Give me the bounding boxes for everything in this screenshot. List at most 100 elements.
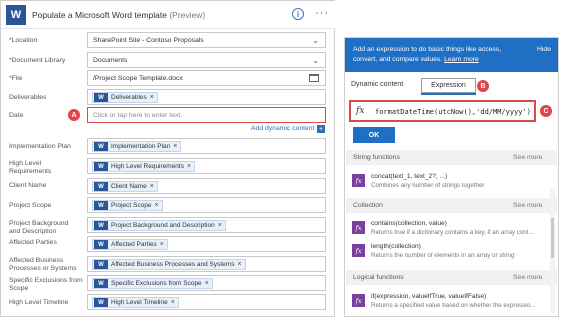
remove-icon[interactable]: × [171, 299, 175, 306]
remove-icon[interactable]: × [160, 241, 164, 248]
function-concat[interactable]: concat(text_1, text_2?, ...) [371, 173, 447, 180]
scrollbar-thumb[interactable] [551, 218, 554, 258]
section-logical-functions: Logical functions See more [346, 270, 557, 285]
library-dropdown[interactable]: Documents ⌄ [87, 52, 326, 68]
library-label: *Document Library [9, 57, 66, 64]
folder-icon[interactable] [309, 74, 319, 82]
function-length[interactable]: length(collection) [371, 243, 421, 250]
business-token[interactable]: W Affected Business Processes and System… [92, 259, 246, 270]
exclusions-field[interactable]: W Specific Exclusions from Scope × [87, 275, 326, 291]
word-icon: W [94, 298, 108, 307]
deliverables-field[interactable]: W Deliverables × [87, 89, 326, 105]
preview-tag: (Preview) [169, 10, 206, 20]
card-title: Populate a Microsoft Word template (Prev… [32, 10, 205, 20]
function-icon: fx [352, 174, 365, 187]
see-more-link[interactable]: See more [513, 154, 542, 161]
background-field[interactable]: W Project Background and Description × [87, 217, 326, 233]
hlr-field[interactable]: W High Level Requirements × [87, 158, 326, 174]
tab-dynamic-content[interactable]: Dynamic content [351, 81, 403, 88]
badge-a: A [68, 109, 80, 121]
token-label: Client Name [111, 183, 147, 190]
deliverables-label: Deliverables [9, 94, 47, 101]
plus-icon[interactable]: + [317, 125, 325, 133]
location-dropdown[interactable]: SharePoint Site - Contoso Proposals ⌄ [87, 32, 326, 48]
panel-intro: Add an expression to do basic things lik… [353, 45, 513, 65]
deliverables-token[interactable]: W Deliverables × [92, 92, 158, 103]
ok-button[interactable]: OK [353, 127, 395, 143]
section-title: String functions [353, 154, 400, 161]
exclusions-token[interactable]: W Specific Exclusions from Scope × [92, 278, 213, 289]
parties-token[interactable]: W Affected Parties × [92, 239, 168, 250]
background-token[interactable]: W Project Background and Description × [92, 220, 226, 231]
add-dynamic-content-link[interactable]: Add dynamic content [251, 125, 314, 132]
expression-panel: Add an expression to do basic things lik… [344, 37, 559, 317]
business-field[interactable]: W Affected Business Processes and System… [87, 256, 326, 272]
date-input[interactable]: Click or tap here to enter text. [87, 107, 326, 123]
badge-b: B [477, 80, 489, 92]
word-icon: W [94, 182, 108, 191]
remove-icon[interactable]: × [237, 261, 241, 268]
remove-icon[interactable]: × [173, 143, 177, 150]
background-label: Project Background and Description [9, 220, 69, 235]
client-field[interactable]: W Client Name × [87, 178, 326, 194]
file-label: *File [9, 75, 23, 82]
word-icon: W [94, 142, 108, 151]
section-collection: Collection See more [346, 198, 557, 213]
see-more-link[interactable]: See more [513, 202, 542, 209]
token-label: Affected Business Processes and Systems [111, 261, 235, 268]
tab-expression[interactable]: Expression [421, 78, 476, 93]
more-icon[interactable]: ··· [315, 7, 329, 19]
timeline-token[interactable]: W High Level Timeline × [92, 297, 179, 308]
scope-token[interactable]: W Project Scope × [92, 200, 163, 211]
card-header[interactable]: W Populate a Microsoft Word template (Pr… [1, 1, 336, 29]
expression-text: formatDateTime(utcNow(),'dd/MM/yyyy') [375, 108, 531, 116]
function-icon: fx [352, 294, 365, 307]
business-label: Affected Business Processes or Systems [9, 257, 77, 272]
parties-label: Affected Parties [9, 239, 57, 246]
location-value: SharePoint Site - Contoso Proposals [93, 37, 204, 44]
file-input[interactable]: /Project Scope Template.docx [87, 70, 326, 86]
see-more-link[interactable]: See more [513, 274, 542, 281]
timeline-label: High Level Timeline [9, 299, 69, 306]
exclusions-label: Specific Exclusions from Scope [9, 277, 83, 292]
date-placeholder: Click or tap here to enter text. [93, 112, 183, 119]
token-label: High Level Requirements [111, 163, 184, 170]
chevron-down-icon: ⌄ [312, 56, 319, 65]
word-icon: W [6, 5, 26, 25]
token-label: Deliverables [111, 94, 147, 101]
remove-icon[interactable]: × [150, 183, 154, 190]
scope-field[interactable]: W Project Scope × [87, 197, 326, 213]
expression-input[interactable]: fx formatDateTime(utcNow(),'dd/MM/yyyy') [349, 100, 536, 122]
function-contains[interactable]: contains(collection, value) [371, 220, 447, 227]
token-label: Project Scope [111, 202, 152, 209]
impl-field[interactable]: W Implementation Plan × [87, 138, 326, 154]
word-icon: W [94, 93, 108, 102]
remove-icon[interactable]: × [150, 94, 154, 101]
file-value: /Project Scope Template.docx [93, 75, 183, 82]
info-icon[interactable]: i [292, 8, 304, 20]
timeline-field[interactable]: W High Level Timeline × [87, 294, 326, 310]
token-label: High Level Timeline [111, 299, 168, 306]
hlr-token[interactable]: W High Level Requirements × [92, 161, 196, 172]
function-if[interactable]: if(expression, valueIfTrue, valueIfFalse… [371, 293, 486, 300]
panel-header: Add an expression to do basic things lik… [345, 38, 558, 72]
chevron-down-icon: ⌄ [312, 36, 319, 45]
remove-icon[interactable]: × [218, 222, 222, 229]
function-icon: fx [352, 244, 365, 257]
impl-token[interactable]: W Implementation Plan × [92, 141, 182, 152]
library-value: Documents [93, 57, 128, 64]
hide-button[interactable]: Hide [537, 46, 551, 53]
remove-icon[interactable]: × [154, 202, 158, 209]
section-title: Logical functions [353, 274, 404, 281]
learn-more-link[interactable]: Learn more [444, 56, 479, 63]
client-token[interactable]: W Client Name × [92, 181, 158, 192]
word-icon: W [94, 162, 108, 171]
remove-icon[interactable]: × [187, 163, 191, 170]
remove-icon[interactable]: × [205, 280, 209, 287]
parties-field[interactable]: W Affected Parties × [87, 236, 326, 252]
word-icon: W [94, 260, 108, 269]
function-desc: Returns a specified value based on wheth… [371, 302, 536, 309]
hlr-label: High Level Requirements [9, 160, 52, 175]
token-label: Project Background and Description [111, 222, 215, 229]
action-card: W Populate a Microsoft Word template (Pr… [0, 0, 336, 317]
